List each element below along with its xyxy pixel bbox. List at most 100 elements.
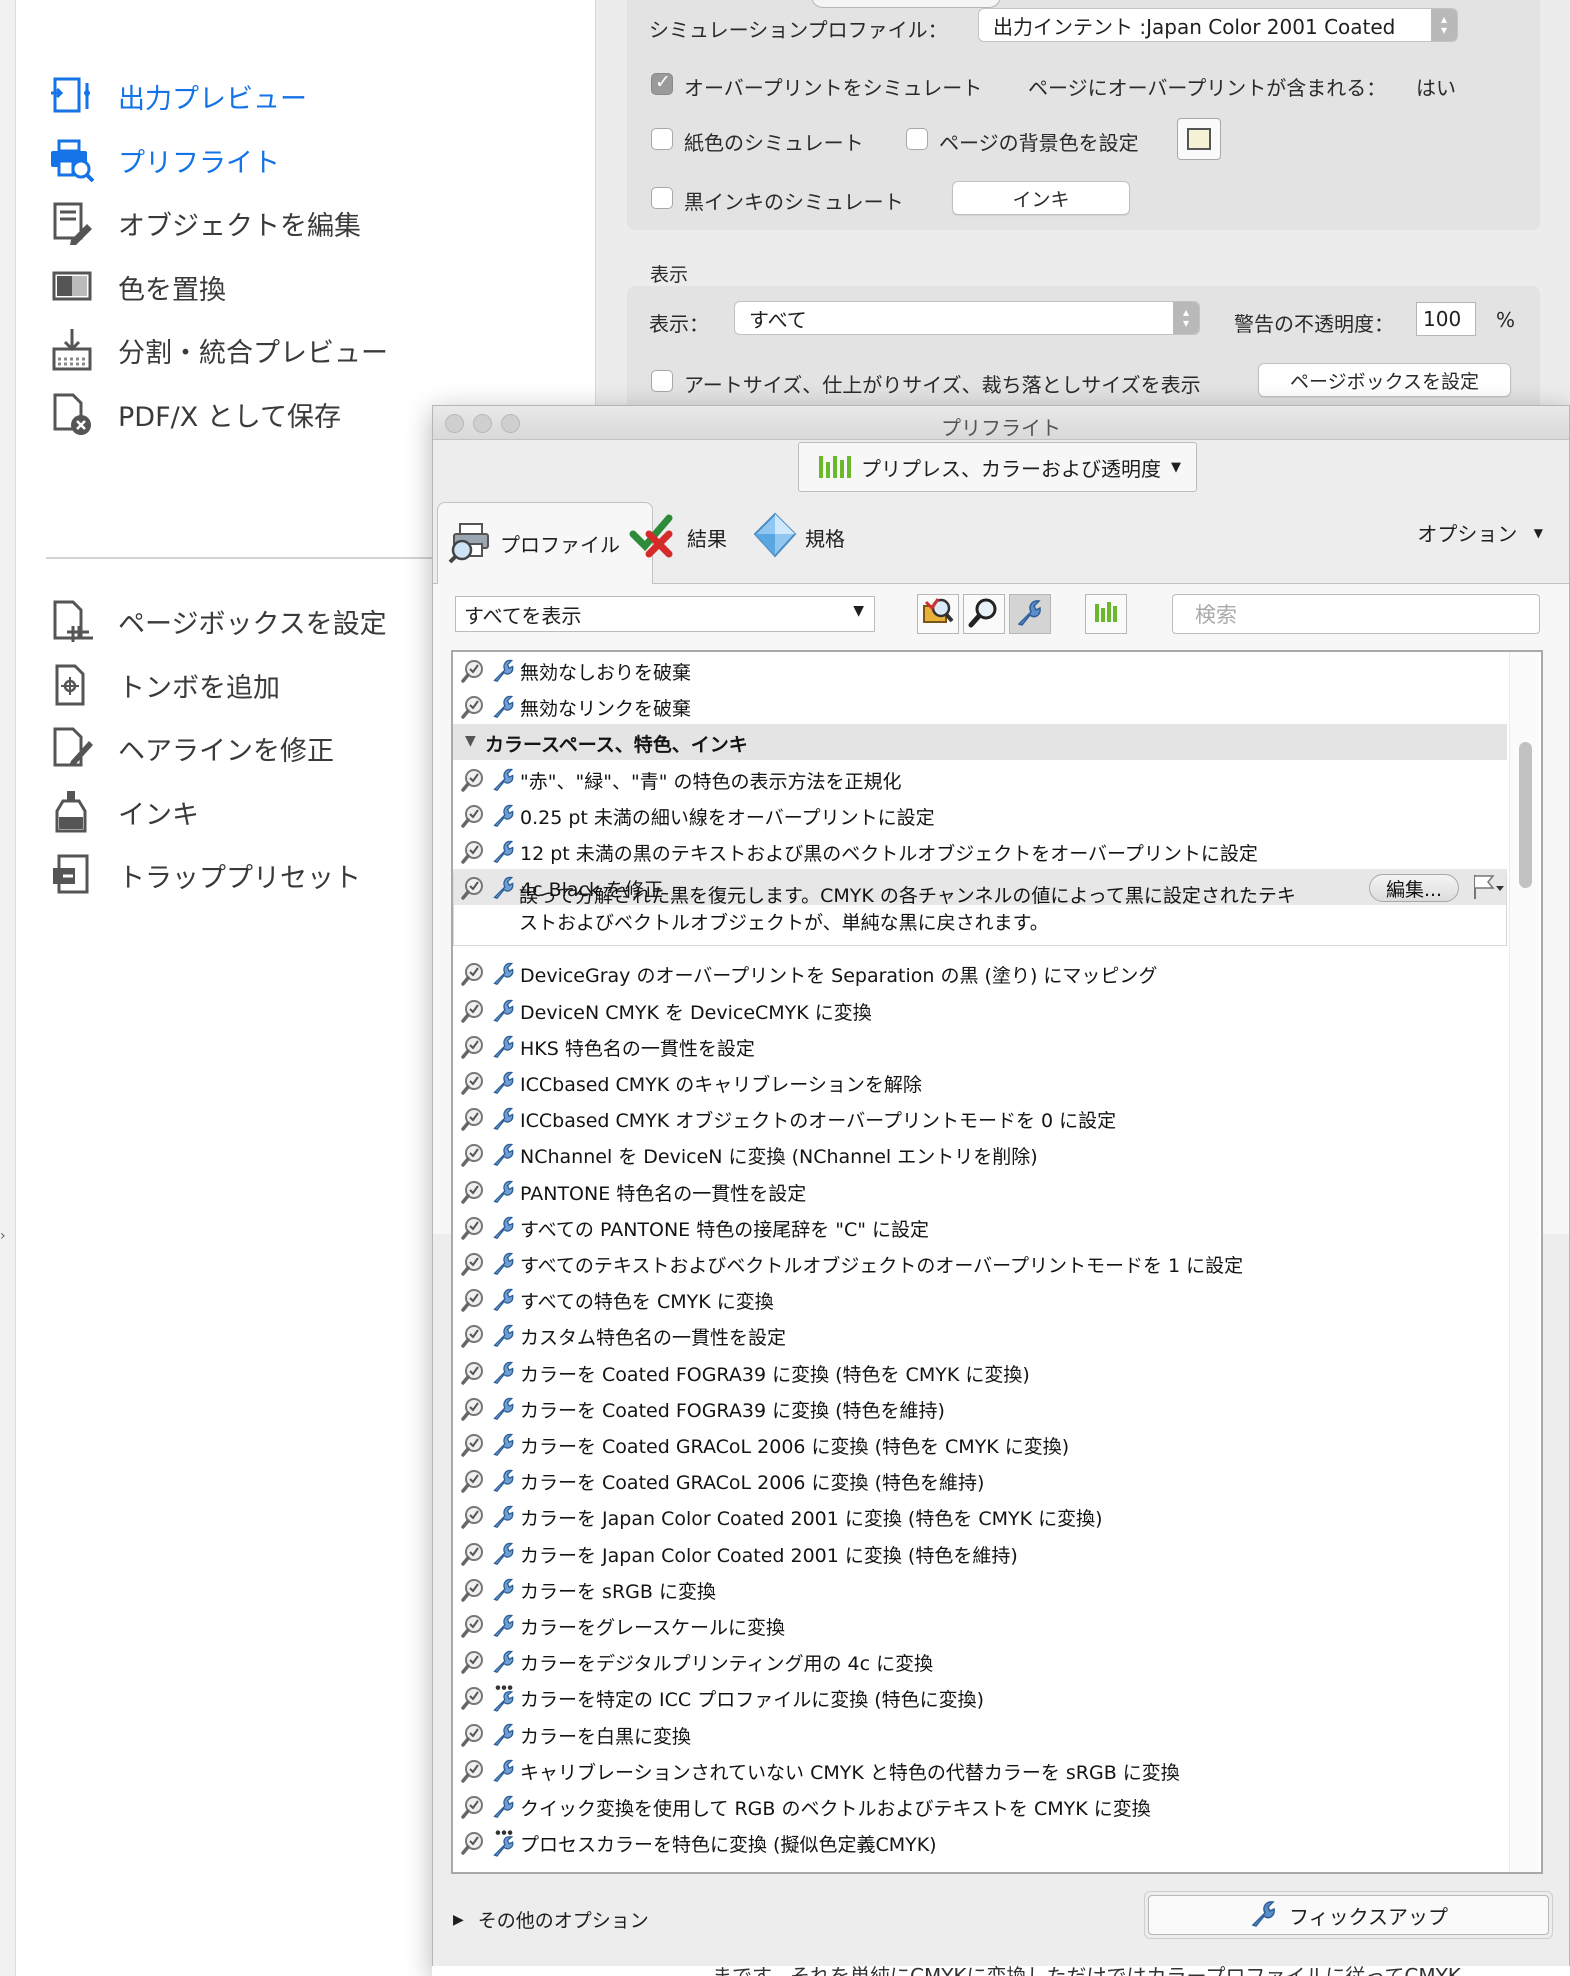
disclosure-triangle-icon[interactable]: ▼ [465, 733, 476, 749]
list-item[interactable]: DeviceN CMYK を DeviceCMYK に変換 [453, 992, 1507, 1028]
sidebar-item[interactable]: 出力プレビュー [46, 66, 307, 126]
bars-icon [1092, 598, 1120, 630]
list-item[interactable]: クイック変換を使用して RGB のベクトルおよびテキストを CMYK に変換 [453, 1788, 1507, 1824]
black-ink-checkbox[interactable] [651, 187, 673, 209]
printer-marks-icon [46, 659, 98, 711]
show-fixups-button[interactable] [1009, 594, 1051, 634]
list-item-label: カラーを Coated GRACoL 2006 に変換 (特色を CMYK に変… [520, 1436, 1070, 1458]
list-item[interactable]: カラーを Coated FOGRA39 に変換 (特色を CMYK に変換) [453, 1354, 1507, 1390]
profile-dropdown[interactable]: プリプレス、カラーおよび透明度 ▼ [798, 442, 1197, 492]
list-item[interactable]: プロセスカラーを特色に変換 (擬似色定義CMYK) [453, 1824, 1507, 1860]
list-item[interactable]: ICCbased CMYK オブジェクトのオーバープリントモードを 0 に設定 [453, 1100, 1507, 1136]
page-box-button[interactable]: ページボックスを設定 [1258, 363, 1511, 397]
list-item[interactable]: カラーをグレースケールに変換 [453, 1607, 1507, 1643]
selected-item-description: 誤って分解された黒を復元します。CMYK の各チャンネルの値によって黒に設定され… [519, 885, 1296, 934]
list-item-label: NChannel を DeviceN に変換 (NChannel エントリを削除… [520, 1146, 1038, 1169]
list-item[interactable]: カラーを Japan Color Coated 2001 に変換 (特色を CM… [453, 1498, 1507, 1534]
ink-button[interactable]: インキ [952, 181, 1130, 215]
sidebar-item[interactable]: ページボックスを設定 [46, 591, 387, 651]
list-item-label: HKS 特色名の一貫性を設定 [520, 1037, 755, 1060]
list-item[interactable]: 12 pt 未満の黒のテキストおよび黒のベクトルオブジェクトをオーバープリントに… [453, 833, 1507, 869]
show-checks-button[interactable] [917, 594, 959, 634]
wrench-icon [491, 1648, 517, 1679]
list-item[interactable]: カラーを Japan Color Coated 2001 に変換 (特色を維持) [453, 1535, 1507, 1571]
options-menu[interactable]: オプション ▼ [1417, 518, 1543, 547]
list-item[interactable]: カラーをデジタルプリンティング用の 4c に変換 [453, 1643, 1507, 1679]
sidebar-item[interactable]: トンボを追加 [46, 655, 280, 715]
window-title: プリフライト [941, 416, 1061, 440]
overprint-checkbox[interactable] [651, 71, 673, 95]
display-select[interactable]: すべて ▴ ▾ [734, 301, 1200, 335]
sidebar-item[interactable]: 色を置換 [46, 257, 226, 317]
fixup-button[interactable]: フィックスアップ [1148, 1895, 1549, 1935]
list-scrollbar-thumb[interactable] [1519, 742, 1532, 888]
list-item[interactable]: カラーを sRGB に変換 [453, 1571, 1507, 1607]
list-item-label: カラーを Coated FOGRA39 に変換 (特色を CMYK に変換) [520, 1363, 1030, 1386]
list-item[interactable]: すべての PANTONE 特色の接尾辞を "C" に設定 [453, 1209, 1507, 1245]
list-item[interactable]: すべてのテキストおよびベクトルオブジェクトのオーバープリントモードを 1 に設定 [453, 1245, 1507, 1281]
display-value: すべて [749, 307, 807, 332]
list-item-label: カラーを特定の ICC プロファイルに変換 (特色に変換) [520, 1689, 985, 1712]
list-item[interactable]: 0.25 pt 未満の細い線をオーバープリントに設定 [453, 797, 1507, 833]
list-item[interactable]: カラーを白黒に変換 [453, 1716, 1507, 1752]
wrench-icon [491, 1069, 517, 1100]
wrench-icon [491, 1395, 517, 1426]
more-options-disclosure[interactable]: ▶ その他のオプション [453, 1906, 649, 1933]
show-profiles-button[interactable] [1085, 594, 1127, 634]
tab-profiles[interactable]: プロファイル [437, 502, 653, 584]
tab-standards[interactable]: 規格 [753, 498, 845, 576]
list-item[interactable]: PANTONE 特色名の一貫性を設定 [453, 1173, 1507, 1209]
sidebar-item[interactable]: ヘアラインを修正 [46, 718, 334, 778]
fixup-list: 無効なしおりを破棄 無効なリンクを破棄 ▼ カラースペース、特色、インキ "赤"、"緑"… [451, 650, 1543, 1874]
wrench-icon [491, 1576, 517, 1607]
show-checks-only-button[interactable] [963, 594, 1005, 634]
ink-icon [46, 786, 98, 838]
list-item[interactable]: カラーを特定の ICC プロファイルに変換 (特色に変換) [453, 1679, 1507, 1715]
bg-color-swatch[interactable] [1177, 118, 1221, 160]
tab-results[interactable]: 結果 [629, 498, 727, 576]
sim-profile-select[interactable]: 出力インテント :Japan Color 2001 Coated ▴ ▾ [978, 8, 1458, 42]
list-section-header[interactable]: ▼ カラースペース、特色、インキ [453, 724, 1507, 761]
warning-opacity-input[interactable]: 100 [1416, 302, 1476, 336]
list-item[interactable]: カスタム特色名の一貫性を設定 [453, 1317, 1507, 1353]
dropdown-arrow-icon: ▼ [1171, 459, 1181, 475]
page-bg-checkbox[interactable] [906, 128, 928, 150]
list-item-label: すべての特色を CMYK に変換 [520, 1291, 774, 1314]
list-item[interactable]: NChannel を DeviceN に変換 (NChannel エントリを削除… [453, 1136, 1507, 1172]
collapse-caret-icon[interactable]: › [0, 1228, 6, 1244]
check-magnifier-icon [461, 1578, 485, 1607]
list-item[interactable]: キャリブレーションされていない CMYK と特色の代替カラーを sRGB に変換 [453, 1752, 1507, 1788]
sidebar-item[interactable]: オブジェクトを編集 [46, 193, 361, 253]
sidebar-item[interactable]: トラッププリセット [46, 845, 361, 905]
show-filter-select[interactable]: すべてを表示 ▼ [455, 596, 875, 632]
wrench-icon [491, 1286, 517, 1317]
paper-color-checkbox[interactable] [651, 128, 673, 150]
window-titlebar[interactable]: プリフライト [433, 406, 1569, 440]
list-item[interactable]: "赤"、"緑"、"青" の特色の表示方法を正規化 [453, 761, 1507, 797]
check-magnifier-icon [461, 1324, 485, 1353]
check-magnifier-icon [461, 1686, 485, 1715]
sidebar-item[interactable]: PDF/X として保存 [46, 384, 341, 444]
list-item[interactable]: 無効なリンクを破棄 [453, 688, 1507, 724]
sidebar-item[interactable]: プリフライト [46, 130, 280, 190]
list-item[interactable]: DeviceGray のオーバープリントを Separation の黒 (塗り)… [453, 955, 1507, 991]
check-magnifier-icon [461, 1759, 485, 1788]
art-trim-checkbox[interactable] [651, 370, 673, 392]
more-options-label: その他のオプション [477, 1910, 649, 1932]
list-item[interactable]: カラーを Coated GRACoL 2006 に変換 (特色を CMYK に変… [453, 1426, 1507, 1462]
list-item[interactable]: ICCbased CMYK のキャリブレーションを解除 [453, 1064, 1507, 1100]
list-item[interactable]: カラーを Coated FOGRA39 に変換 (特色を維持) [453, 1390, 1507, 1426]
list-item[interactable]: カラーを Coated GRACoL 2006 に変換 (特色を維持) [453, 1462, 1507, 1498]
search-input[interactable]: 検索 [1172, 594, 1540, 634]
wrench-icon [491, 1178, 517, 1209]
list-item[interactable]: HKS 特色名の一貫性を設定 [453, 1028, 1507, 1064]
sidebar-item-label: プリフライト [118, 147, 280, 179]
sidebar-item[interactable]: 分割・統合プレビュー [46, 320, 388, 380]
wrench-icon [491, 1322, 517, 1353]
wrench-icon [491, 1612, 517, 1643]
sidebar-item[interactable]: インキ [46, 782, 199, 842]
dropdown-arrow-icon: ▼ [853, 603, 864, 619]
chevron-updown-icon: ▴ ▾ [1173, 302, 1199, 334]
list-item[interactable]: 無効なしおりを破棄 [453, 652, 1507, 688]
list-item[interactable]: すべての特色を CMYK に変換 [453, 1281, 1507, 1317]
